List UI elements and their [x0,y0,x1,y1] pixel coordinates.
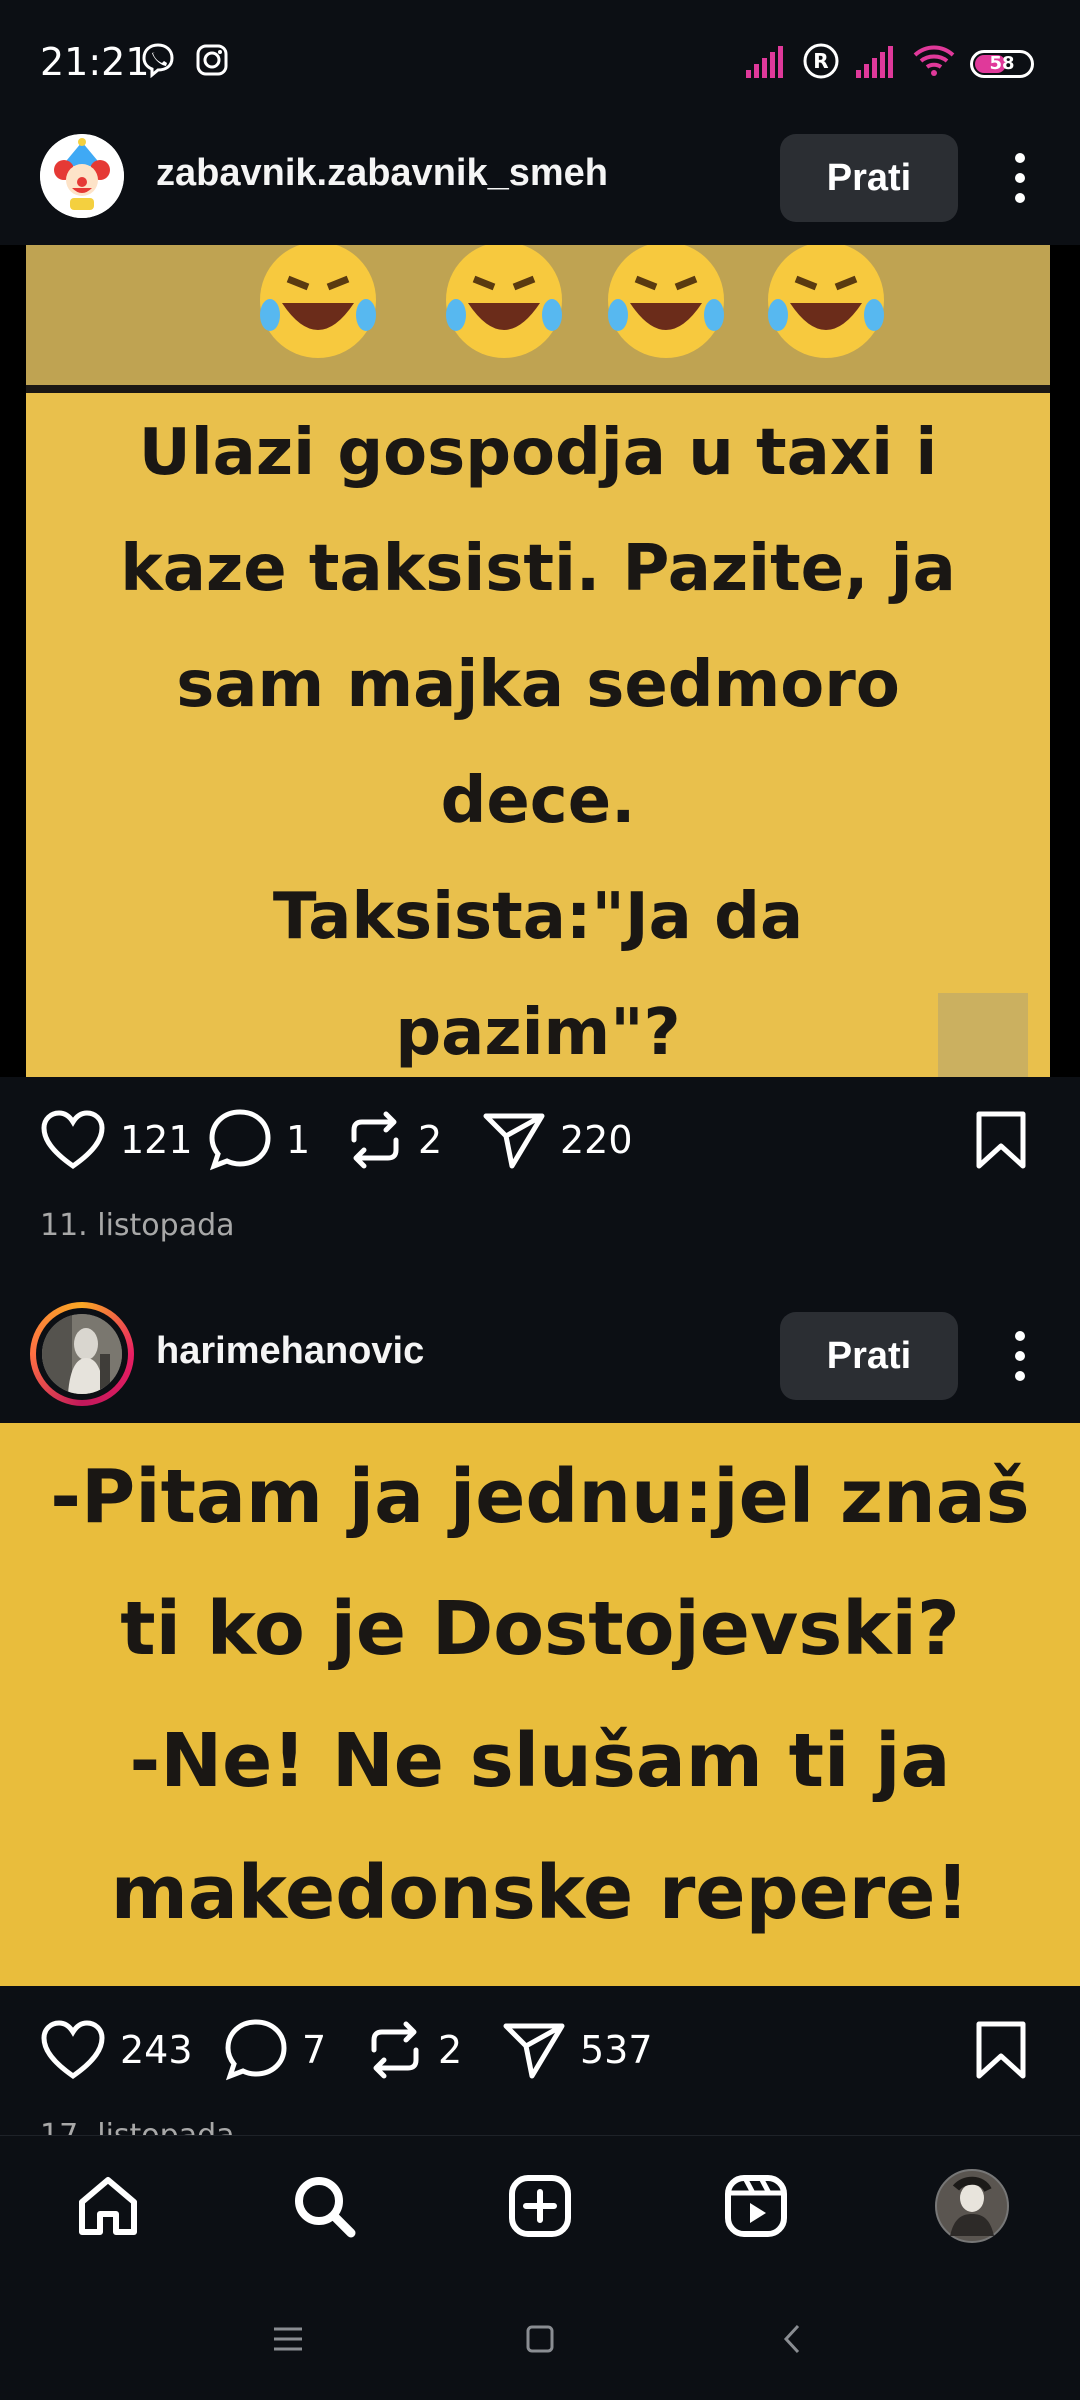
comment-button[interactable]: 1 [208,1090,310,1190]
system-navigation [0,2275,1080,2400]
create-icon [509,2175,571,2237]
like-count: 121 [120,1118,193,1162]
repost-icon [371,2021,419,2079]
wifi-icon [912,43,956,84]
nav-search[interactable] [284,2166,364,2246]
bookmark-icon [976,2021,1026,2079]
follow-button[interactable]: Prati [780,134,958,222]
like-button[interactable]: 243 [40,2000,193,2100]
username[interactable]: harimehanovic [156,1330,424,1373]
action-bar: 243 7 2 537 [0,2000,1080,2100]
comment-count: 7 [302,2028,327,2072]
reels-icon [725,2175,787,2237]
bottom-nav [0,2135,1080,2276]
battery-icon: 58 [970,49,1034,78]
heart-icon [41,2020,105,2080]
share-button[interactable]: 220 [482,1090,633,1190]
like-button[interactable]: 121 [40,1090,193,1190]
follow-button[interactable]: Prati [780,1312,958,1400]
more-options-icon[interactable] [1002,1318,1038,1394]
username[interactable]: zabavnik.zabavnik_smeh [156,152,608,195]
home-icon [79,2177,137,2235]
repost-count: 2 [438,2028,463,2072]
more-options-icon[interactable] [1002,140,1038,216]
status-time: 21:21 [40,40,150,84]
save-button[interactable] [974,1090,1028,1190]
meme-text: Ulazi gospodja u taxi i kaze taksisti. P… [120,416,956,1070]
home-button-icon[interactable] [516,2315,564,2363]
comment-button[interactable]: 7 [224,2000,326,2100]
nav-reels[interactable] [716,2166,796,2246]
status-bar: 21:21 R 58 [0,0,1080,128]
avatar[interactable] [40,134,124,218]
send-icon [503,2023,565,2079]
share-button[interactable]: 537 [502,2000,653,2100]
signal-icon [744,44,788,83]
action-bar: 121 1 2 220 [0,1090,1080,1190]
repost-button[interactable]: 2 [366,2000,462,2100]
post-date: 11. listopada [40,1208,235,1243]
nav-create[interactable] [500,2166,580,2246]
emoji-strip [26,245,1050,385]
comment-count: 1 [286,1118,311,1162]
post-image[interactable]: -Pitam ja jednu:jel znaš ti ko je Dostoj… [0,1423,1080,1986]
meme-text: -Pitam ja jednu:jel znaš ti ko je Dostoj… [50,1454,1030,1936]
laughing-emoji-icon [260,245,884,358]
repost-icon [351,1111,399,1169]
viber-icon [140,42,176,83]
roaming-icon: R [802,42,840,85]
like-count: 243 [120,2028,193,2072]
share-count: 537 [580,2028,653,2072]
post-header: zabavnik.zabavnik_smeh Prati [0,112,1080,232]
search-icon [295,2177,356,2238]
svg-text:R: R [813,49,828,73]
repost-button[interactable]: 2 [346,1090,442,1190]
nav-home[interactable] [68,2166,148,2246]
signal-icon [854,44,898,83]
save-button[interactable] [974,2000,1028,2100]
repost-count: 2 [418,1118,443,1162]
profile-avatar [935,2169,1009,2243]
recents-icon[interactable] [264,2315,312,2363]
back-icon[interactable] [768,2315,816,2363]
comment-icon [209,1109,271,1171]
nav-profile[interactable] [932,2166,1012,2246]
post-header: harimehanovic Prati [0,1290,1080,1410]
bookmark-icon [976,1111,1026,1169]
post-image[interactable]: Ulazi gospodja u taxi i kaze taksisti. P… [0,245,1080,1077]
instagram-icon [194,42,230,83]
avatar[interactable] [42,1314,122,1394]
battery-label: 58 [989,53,1015,74]
share-count: 220 [560,1118,633,1162]
send-icon [483,1113,545,1169]
heart-icon [41,1110,105,1170]
comment-icon [225,2019,287,2081]
